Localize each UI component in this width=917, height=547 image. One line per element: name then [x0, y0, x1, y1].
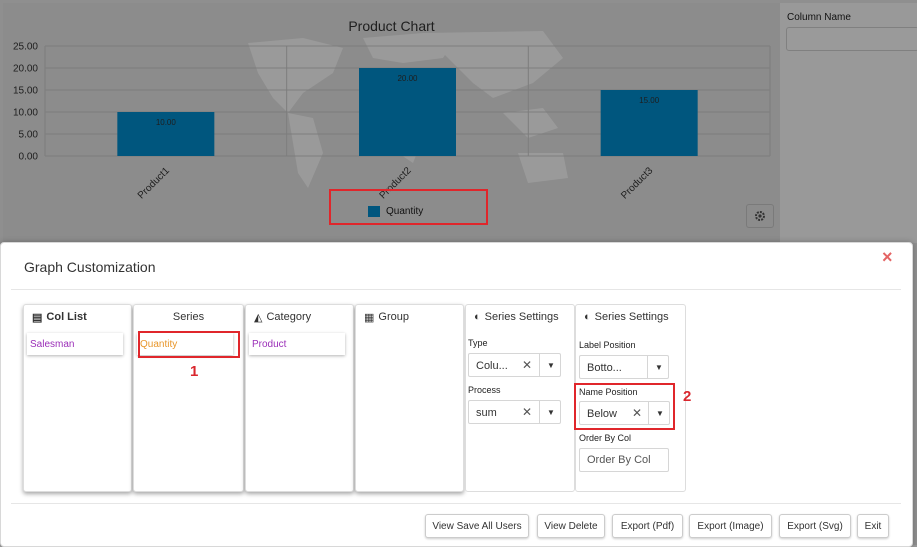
callout-1: 1 — [190, 363, 199, 380]
series-settings-header-1: ◐ Series Settings — [466, 305, 574, 329]
order-by-input[interactable]: Order By Col — [579, 448, 669, 472]
label-position-select[interactable]: Botto... ▼ — [579, 355, 669, 379]
chevron-down-icon[interactable]: ▼ — [539, 401, 562, 423]
x-tick-label: Product1 — [136, 165, 172, 201]
column-name-label: Column Name — [787, 12, 851, 23]
series-highlight-box — [138, 331, 240, 358]
category-header-label: Category — [266, 311, 312, 323]
series-settings-header-2: ◐ Series Settings — [576, 305, 685, 329]
divider — [11, 503, 901, 504]
group-header-label: Group — [378, 311, 409, 323]
category-item-product[interactable]: Product — [249, 333, 345, 355]
legend-highlight-box — [329, 189, 488, 225]
label-position-value: Botto... — [587, 362, 622, 374]
order-by-label: Order By Col — [579, 433, 632, 443]
group-header: ▦ Group — [356, 305, 463, 329]
gear-icon — [755, 211, 765, 221]
list-icon: ▤ — [32, 311, 43, 324]
data-label: 15.00 — [639, 96, 660, 105]
label-position-label: Label Position — [579, 340, 636, 350]
series-header-label: Series — [172, 311, 205, 323]
data-label: 20.00 — [397, 74, 418, 83]
graph-customization-modal: Graph Customization × ▤ Col List Salesma… — [0, 242, 913, 547]
callout-2: 2 — [683, 388, 692, 405]
name-position-highlight-box — [574, 383, 675, 430]
wrench-icon: ◐ — [474, 311, 481, 323]
export-svg-button[interactable]: Export (Svg) — [779, 514, 851, 538]
category-header: ◭ Category — [246, 305, 353, 329]
series-header: Series — [134, 305, 243, 329]
series-settings-header-label-1: Series Settings — [484, 311, 559, 323]
view-delete-button[interactable]: View Delete — [537, 514, 605, 538]
col-list-item-salesman[interactable]: Salesman — [27, 333, 123, 355]
series-settings-header-label-2: Series Settings — [594, 311, 669, 323]
table-icon: ▦ — [364, 311, 375, 324]
process-label: Process — [468, 385, 501, 395]
close-icon[interactable]: × — [882, 247, 893, 268]
type-select[interactable]: Colu... ✕ ▼ — [468, 353, 561, 377]
col-list-header-label: Col List — [46, 311, 87, 323]
type-label: Type — [468, 338, 488, 348]
category-panel: ◭ Category Product — [245, 304, 354, 492]
process-select[interactable]: sum ✕ ▼ — [468, 400, 561, 424]
series-settings-panel-1: ◐ Series Settings Type Colu... ✕ ▼ Proce… — [465, 304, 575, 492]
col-list-panel: ▤ Col List Salesman — [23, 304, 132, 492]
export-image-button[interactable]: Export (Image) — [689, 514, 772, 538]
clear-icon[interactable]: ✕ — [522, 405, 532, 419]
y-tick-label: 0.00 — [19, 152, 39, 163]
chart-settings-button[interactable] — [746, 204, 774, 228]
y-tick-label: 25.00 — [13, 42, 38, 53]
type-select-value: Colu... — [476, 360, 508, 372]
group-panel: ▦ Group — [355, 304, 464, 492]
col-list-header: ▤ Col List — [24, 305, 131, 329]
process-select-value: sum — [476, 407, 497, 419]
y-tick-label: 10.00 — [13, 108, 38, 119]
x-tick-label: Product3 — [619, 165, 655, 201]
divider — [11, 289, 901, 290]
chevron-down-icon[interactable]: ▼ — [539, 354, 562, 376]
y-tick-label: 5.00 — [19, 130, 39, 141]
view-save-all-users-button[interactable]: View Save All Users — [425, 514, 529, 538]
y-tick-label: 20.00 — [13, 64, 38, 75]
data-label: 10.00 — [156, 118, 177, 127]
area-chart-icon: ◭ — [254, 311, 263, 324]
wrench-icon: ◐ — [584, 311, 591, 323]
y-tick-label: 15.00 — [13, 86, 38, 97]
export-pdf-button[interactable]: Export (Pdf) — [612, 514, 683, 538]
modal-title: Graph Customization — [24, 259, 156, 275]
clear-icon[interactable]: ✕ — [522, 358, 532, 372]
exit-button[interactable]: Exit — [857, 514, 889, 538]
column-name-input[interactable] — [786, 27, 917, 51]
chevron-down-icon[interactable]: ▼ — [647, 356, 670, 378]
